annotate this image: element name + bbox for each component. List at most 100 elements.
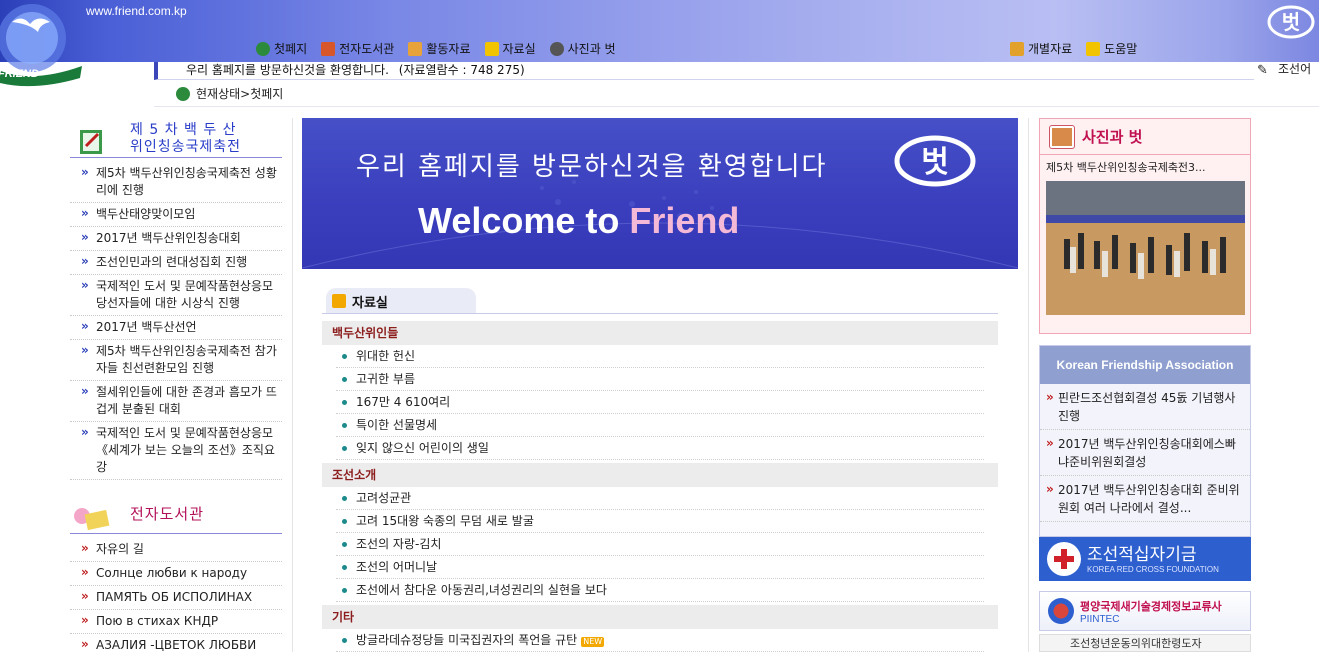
nav-home[interactable]: 첫페지 [256, 40, 307, 57]
site-header: FRIEND www.friend.com.kp 벗 첫페지 전자도서관 활동자… [0, 0, 1319, 87]
library-list: 자유의 길 Солнце любви к народу ПАМЯТЬ ОБ ИС… [70, 538, 282, 652]
festival-icon [80, 130, 102, 154]
redcross-subtitle: KOREA RED CROSS FOUNDATION [1087, 564, 1219, 574]
photo-section: 사진과 벗 제5차 백두산위인칭송국제축전3... [1039, 118, 1251, 334]
library-section-header[interactable]: 전자도서관 [70, 494, 282, 534]
festival-title-line1: 제 5 차 백 두 산 [130, 122, 237, 138]
category-header[interactable]: 기타 [322, 605, 998, 629]
category-list: 위대한 헌신 고귀한 부름 167만 4 610여리 특이한 선물명세 잊지 않… [336, 345, 984, 460]
kfa-section: Korean Friendship Association 핀란드조선협회결성 … [1039, 345, 1251, 537]
friend-logo-text: FRIEND [0, 68, 39, 80]
list-item[interactable]: 위대한 헌신 [336, 345, 984, 368]
language-label: 조선어 [1278, 62, 1312, 76]
photo-section-header[interactable]: 사진과 벗 [1040, 119, 1250, 155]
home-icon [256, 41, 270, 56]
camera-icon [549, 41, 564, 56]
nav-label: 사진과 벗 [567, 42, 616, 56]
data-room-content: 백두산위인들 위대한 헌신 고귀한 부름 167만 4 610여리 특이한 선물… [322, 321, 998, 652]
list-item[interactable]: 고려성균관 [336, 487, 984, 510]
folder-icon [484, 41, 499, 56]
data-room-title: 자료실 [352, 295, 388, 311]
list-item[interactable]: 국제적인 도서 및 문예작품현상응모《세계가 보는 오늘의 조선》조직요강 [70, 422, 282, 480]
library-section-title: 전자도서관 [130, 505, 205, 523]
photo-section-title: 사진과 벗 [1082, 128, 1143, 146]
list-item[interactable]: 절세위인들에 대한 존경과 흠모가 뜨겁게 분출된 대회 [70, 381, 282, 422]
list-item[interactable]: 2017년 백두산위인칭송대회 준비위원회 여러 나라에서 결성... [1040, 476, 1250, 522]
category-header[interactable]: 백두산위인들 [322, 321, 998, 345]
list-item[interactable]: 2017년 백두산위인칭송대회에스빠냐준비위원회결성 [1040, 430, 1250, 476]
nav-individual-data[interactable]: 개별자료 [1010, 40, 1072, 57]
youth-banner[interactable]: 조선청년운동의위대한령도자 [1039, 634, 1251, 652]
list-item[interactable]: 국제적인 도서 및 문예작품현상응모 당선자들에 대한 시상식 진행 [70, 275, 282, 316]
category-list: 고려성균관 고려 15대왕 숙종의 무덤 새로 발굴 조선의 자랑-김치 조선의… [336, 487, 984, 602]
activity-icon [408, 41, 423, 56]
breadcrumb: 현재상태>첫페지 [176, 85, 283, 102]
data-room-tab[interactable]: 자료실 [326, 288, 476, 314]
divider [154, 106, 1319, 107]
nav-label: 도움말 [1104, 42, 1138, 56]
list-item[interactable]: 제5차 백두산위인칭송국제축전 참가자들 친선련환모임 진행 [70, 340, 282, 381]
help-icon [1086, 41, 1101, 56]
breadcrumb-text: 현재상태>첫페지 [196, 87, 284, 101]
nav-label: 활동자료 [426, 42, 471, 56]
list-item[interactable]: 조선의 어머니날 [336, 556, 984, 579]
list-item[interactable]: 핀란드조선협회결성 45돐 기념행사 진행 [1040, 384, 1250, 430]
red-cross-icon [1047, 542, 1081, 576]
list-item[interactable]: 조선인민과의 련대성집회 진행 [70, 251, 282, 275]
list-item[interactable]: Солнце любви к народу [70, 562, 282, 586]
nav-label: 개별자료 [1028, 42, 1073, 56]
list-item[interactable]: 백두산태양맞이모임 [70, 203, 282, 227]
welcome-bar: 우리 홈페지를 방문하신것을 환영합니다. (자료열람수 : 748 275) [154, 62, 1254, 80]
nav-label: 첫페지 [274, 42, 308, 56]
festival-section-title: 제 5 차 백 두 산 위인칭송국제축전 [130, 122, 241, 156]
document-icon [1010, 41, 1024, 56]
festival-section-header[interactable]: 제 5 차 백 두 산 위인칭송국제축전 [70, 118, 282, 158]
list-item[interactable]: 조선의 자랑-김치 [336, 533, 984, 556]
list-item[interactable]: 2017년 백두산위인칭송대회 [70, 227, 282, 251]
svg-text:벗: 벗 [1282, 10, 1300, 34]
list-item[interactable]: 특이한 선물명세 [336, 414, 984, 437]
list-item-text: 방글라데슈정당들 미국집권자의 폭언을 규탄 [356, 633, 578, 647]
language-selector[interactable]: ✎ 조선어 [1256, 60, 1311, 77]
category-list: 방글라데슈정당들 미국집권자의 폭언을 규탄 NEW [336, 629, 984, 652]
list-item[interactable]: 고려 15대왕 숙종의 무덤 새로 발굴 [336, 510, 984, 533]
column-divider [292, 118, 293, 652]
banner-english-prefix: Welcome to [418, 200, 630, 241]
list-item[interactable]: 방글라데슈정당들 미국집권자의 폭언을 규탄 NEW [336, 629, 984, 652]
nav-photos[interactable]: 사진과 벗 [549, 40, 616, 57]
nav-label: 전자도서관 [339, 42, 395, 56]
language-icon: ✎ [1257, 63, 1268, 77]
welcome-banner: 우리 홈페지를 방문하신것을 환영합니다 Welcome to Friend 벗 [302, 118, 1018, 269]
list-item[interactable]: ПАМЯТЬ ОБ ИСПОЛИНАХ [70, 586, 282, 610]
list-item[interactable]: 잊지 않으신 어린이의 생일 [336, 437, 984, 460]
friend-badge-logo[interactable]: 벗 [1266, 4, 1316, 40]
nav-activity[interactable]: 활동자료 [408, 40, 471, 57]
svg-text:✎: ✎ [1257, 63, 1268, 77]
festival-list: 제5차 백두산위인칭송국제축전 성황리에 진행 백두산태양맞이모임 2017년 … [70, 162, 282, 480]
kfa-section-title[interactable]: Korean Friendship Association [1040, 346, 1250, 384]
photo-thumbnail[interactable] [1046, 181, 1245, 315]
redcross-banner[interactable]: 조선적십자기금 KOREA RED CROSS FOUNDATION [1039, 537, 1251, 581]
left-sidebar: 제 5 차 백 두 산 위인칭송국제축전 제5차 백두산위인칭송국제축전 성황리… [70, 118, 282, 652]
photo-icon [1050, 125, 1074, 148]
list-item[interactable]: Пою в стихах КНДР [70, 610, 282, 634]
list-item[interactable]: 고귀한 부름 [336, 368, 984, 391]
svg-text:FRIEND: FRIEND [0, 68, 39, 80]
list-item[interactable]: АЗАЛИЯ -ЦВЕТОК ЛЮБВИ [70, 634, 282, 652]
nav-help[interactable]: 도움말 [1086, 40, 1137, 57]
list-item[interactable]: 제5차 백두산위인칭송국제축전 성황리에 진행 [70, 162, 282, 203]
nav-data-room[interactable]: 자료실 [484, 40, 536, 57]
list-item[interactable]: 167만 4 610여리 [336, 391, 984, 414]
banner-korean-text: 우리 홈페지를 방문하신것을 환영합니다 [356, 152, 828, 182]
banner-english-text: Welcome to Friend [418, 200, 739, 242]
top-navigation: 첫페지 전자도서관 활동자료 자료실 사진과 벗 [256, 40, 616, 57]
banner-english-highlight: Friend [629, 200, 740, 241]
svg-text:벗: 벗 [921, 145, 949, 180]
list-item[interactable]: 조선에서 참다운 아동권리,녀성권리의 실현을 보다 [336, 579, 984, 602]
photo-caption[interactable]: 제5차 백두산위인칭송국제축전3... [1040, 155, 1250, 179]
list-item[interactable]: 자유의 길 [70, 538, 282, 562]
list-item[interactable]: 2017년 백두산선언 [70, 316, 282, 340]
piintec-banner[interactable]: 평양국제새기술경제정보교류사 PIINTEC [1039, 591, 1251, 631]
nav-library[interactable]: 전자도서관 [321, 40, 394, 57]
category-header[interactable]: 조선소개 [322, 463, 998, 487]
